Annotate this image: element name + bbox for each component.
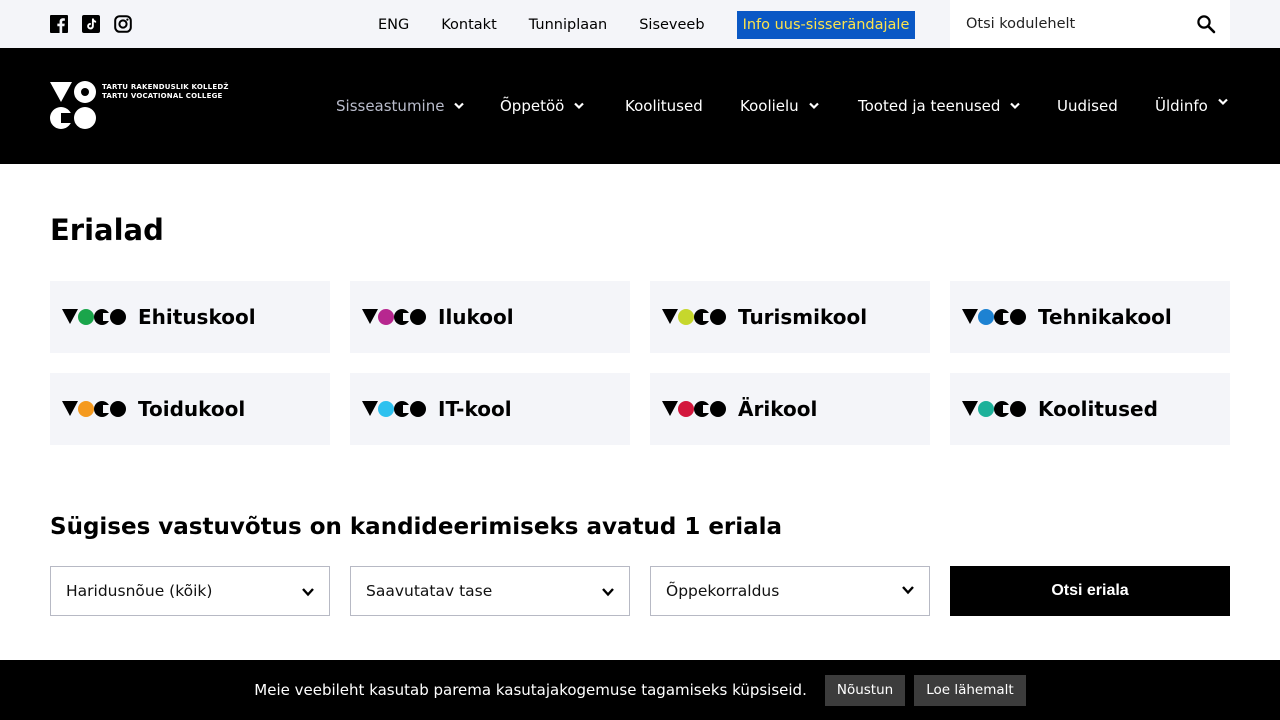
chevron-down-icon	[1218, 98, 1228, 106]
nav-item-tooted-ja-teenused[interactable]: Tooted ja teenused	[858, 94, 1021, 118]
cookie-more-button[interactable]: Loe lähemalt	[914, 674, 1026, 706]
school-card-label: Tehnikakool	[1038, 305, 1172, 329]
top-link-eng[interactable]: ENG	[378, 11, 409, 39]
school-grid: Ehituskool Ilukool Turismikool Tehnikakool T…	[50, 281, 1230, 445]
school-card-label: Toidukool	[138, 397, 246, 421]
chevron-down-icon	[808, 102, 819, 110]
voco-mark-icon	[962, 400, 1026, 418]
search-programme-button[interactable]: Otsi eriala	[950, 566, 1230, 616]
chevron-down-icon	[602, 588, 614, 597]
voco-mark-icon	[662, 308, 726, 326]
nav-items: Sisseastumine Õppetöö Koolitused Kooliel…	[0, 94, 1280, 118]
cookie-banner: Meie veebileht kasutab parema kasutajako…	[0, 660, 1280, 720]
top-link-kontakt[interactable]: Kontakt	[441, 11, 497, 39]
voco-mark-icon	[62, 308, 126, 326]
top-links: ENG Kontakt Tunniplaan Siseveeb Info uus…	[378, 11, 916, 39]
school-card-label: Ehituskool	[138, 305, 256, 329]
top-link-tunniplaan[interactable]: Tunniplaan	[529, 11, 607, 39]
instagram-icon[interactable]	[114, 15, 132, 33]
school-card[interactable]: Ehituskool	[50, 281, 330, 353]
nav-item-label: Tooted ja teenused	[858, 97, 1001, 115]
top-link-info-immigrants[interactable]: Info uus-sisserändajale	[736, 11, 916, 39]
school-card[interactable]: Tehnikakool	[950, 281, 1230, 353]
filter-label: Õppekorraldus	[666, 582, 780, 600]
chevron-down-icon	[454, 102, 465, 110]
nav-item-koolitused[interactable]: Koolitused	[625, 94, 703, 118]
logo-line-1: TARTU RAKENDUSLIK KOLLEDŽ	[102, 83, 229, 91]
voco-mark-icon	[962, 308, 1026, 326]
voco-mark-icon	[362, 308, 426, 326]
filter-education-requirement[interactable]: Haridusnõue (kõik)	[50, 566, 330, 616]
school-card-label: Ilukool	[438, 305, 514, 329]
top-bar: ENG Kontakt Tunniplaan Siseveeb Info uus…	[0, 0, 1280, 48]
school-card[interactable]: Toidukool	[50, 373, 330, 445]
site-search	[950, 0, 1230, 48]
nav-item-sisseastumine[interactable]: Sisseastumine	[336, 94, 465, 118]
school-card[interactable]: Ärikool	[650, 373, 930, 445]
filter-level[interactable]: Saavutatav tase	[350, 566, 630, 616]
cookie-accept-button[interactable]: Nõustun	[824, 674, 906, 706]
filter-label: Haridusnõue (kõik)	[66, 582, 213, 600]
facebook-icon[interactable]	[50, 15, 68, 33]
nav-item-oppetoo[interactable]: Õppetöö	[500, 94, 585, 118]
school-card-label: IT-kool	[438, 397, 512, 421]
school-card[interactable]: Koolitused	[950, 373, 1230, 445]
voco-mark-icon	[662, 400, 726, 418]
nav-item-uldinfo[interactable]: Üldinfo	[1155, 94, 1229, 118]
school-card-label: Ärikool	[738, 397, 818, 421]
search-icon[interactable]	[1196, 14, 1216, 34]
nav-item-label: Koolielu	[740, 97, 799, 115]
main-nav: TARTU RAKENDUSLIK KOLLEDŽ TARTU VOCATION…	[0, 48, 1280, 164]
voco-mark-icon	[362, 400, 426, 418]
chevron-down-icon	[574, 102, 585, 110]
nav-item-uudised[interactable]: Uudised	[1057, 94, 1118, 118]
cookie-text: Meie veebileht kasutab parema kasutajako…	[254, 681, 807, 699]
top-link-siseveeb[interactable]: Siseveeb	[639, 11, 704, 39]
nav-item-label: Koolitused	[625, 97, 703, 115]
page-title: Erialad	[50, 213, 164, 247]
tiktok-icon[interactable]	[82, 15, 100, 33]
nav-item-label: Uudised	[1057, 97, 1118, 115]
social-links	[50, 15, 132, 33]
school-card-label: Koolitused	[1038, 397, 1158, 421]
chevron-down-icon	[902, 586, 914, 595]
nav-item-koolielu[interactable]: Koolielu	[740, 94, 820, 118]
chevron-down-icon	[302, 588, 314, 597]
nav-item-label: Sisseastumine	[336, 97, 445, 115]
nav-item-label: Õppetöö	[500, 97, 565, 115]
school-card-label: Turismikool	[738, 305, 868, 329]
voco-mark-icon	[62, 400, 126, 418]
filter-label: Saavutatav tase	[366, 582, 493, 600]
school-card[interactable]: IT-kool	[350, 373, 630, 445]
nav-item-label: Üldinfo	[1155, 97, 1208, 115]
admission-heading: Sügises vastuvõtus on kandideerimiseks a…	[50, 514, 783, 540]
search-input[interactable]	[966, 16, 1186, 32]
school-card[interactable]: Turismikool	[650, 281, 930, 353]
school-card[interactable]: Ilukool	[350, 281, 630, 353]
filter-study-organization[interactable]: Õppekorraldus	[650, 566, 930, 616]
chevron-down-icon	[1010, 102, 1021, 110]
